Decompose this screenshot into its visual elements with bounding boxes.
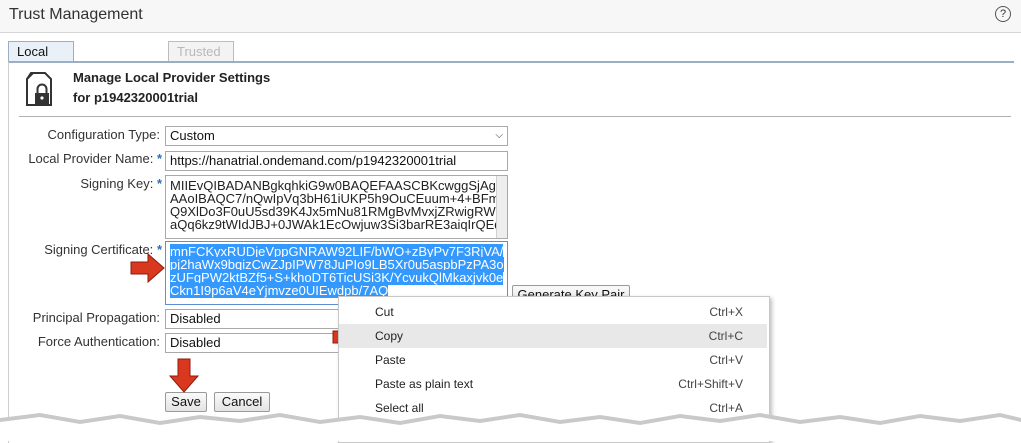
required-marker: * [156, 151, 162, 166]
provider-name-label: Local Provider Name: * [0, 151, 162, 166]
panel-header: Manage Local Provider Settings for p1942… [73, 68, 270, 108]
arrow-down-icon [168, 358, 200, 393]
menu-item-label: Copy [375, 329, 404, 343]
torn-edge [0, 413, 1021, 441]
page-title: Trust Management [9, 6, 143, 23]
menu-item-label: Paste as plain text [375, 377, 474, 391]
provider-name-label-text: Local Provider Name: [28, 151, 154, 166]
signing-key-label: Signing Key: * [0, 176, 162, 191]
arrow-right-icon [130, 252, 165, 284]
divider [19, 116, 1011, 117]
header-subtitle: for p1942320001trial [73, 90, 199, 105]
force-auth-label: Force Authentication: [37, 334, 160, 349]
principal-propagation-label: Principal Propagation: [32, 310, 160, 325]
scrollbar[interactable] [496, 176, 507, 238]
menu-item-shortcut: Ctrl+Shift+V [678, 377, 743, 391]
header-title: Manage Local Provider Settings [73, 70, 271, 85]
chevron-down-icon: ⌵ [495, 130, 503, 141]
menu-item-cut[interactable]: Cut Ctrl+X [339, 300, 767, 324]
tab-trusted-identity-provider[interactable]: Trusted Identity Provider [168, 41, 235, 99]
tab-local-service-provider[interactable]: Local Service Provider [8, 41, 75, 99]
config-type-select[interactable]: Custom ⌵ [165, 126, 508, 146]
principal-propagation-select[interactable]: Disabled [165, 309, 347, 329]
config-type-label: Configuration Type: [47, 127, 161, 142]
signing-key-label-text: Signing Key: [80, 176, 154, 191]
menu-item-shortcut: Ctrl+X [709, 305, 743, 319]
menu-item-shortcut: Ctrl+V [709, 353, 743, 367]
menu-item-shortcut: Ctrl+C [708, 329, 743, 343]
menu-item-paste[interactable]: Paste Ctrl+V [339, 348, 767, 372]
force-auth-select[interactable]: Disabled [165, 333, 347, 353]
menu-item-paste-plain-text[interactable]: Paste as plain text Ctrl+Shift+V [339, 372, 767, 396]
title-bar: Trust Management ? [0, 0, 1021, 33]
menu-item-label: Paste [375, 353, 406, 367]
menu-item-label: Cut [375, 305, 394, 319]
help-icon[interactable]: ? [995, 6, 1011, 22]
signing-key-textarea[interactable]: MIIEvQIBADANBgkqhkiG9w0BAQEFAASCBKcwggSj… [165, 175, 508, 239]
required-marker: * [156, 176, 162, 191]
config-type-value: Custom [170, 128, 215, 143]
signing-key-line: aQq6kz9tWIdJBJ+0JWAk1EcOwjuw3Si3barRE3ai… [170, 217, 502, 232]
lock-document-icon [26, 72, 52, 106]
menu-item-copy[interactable]: Copy Ctrl+C [339, 324, 767, 348]
provider-name-input[interactable]: https://hanatrial.ondemand.com/p19423200… [165, 151, 508, 171]
